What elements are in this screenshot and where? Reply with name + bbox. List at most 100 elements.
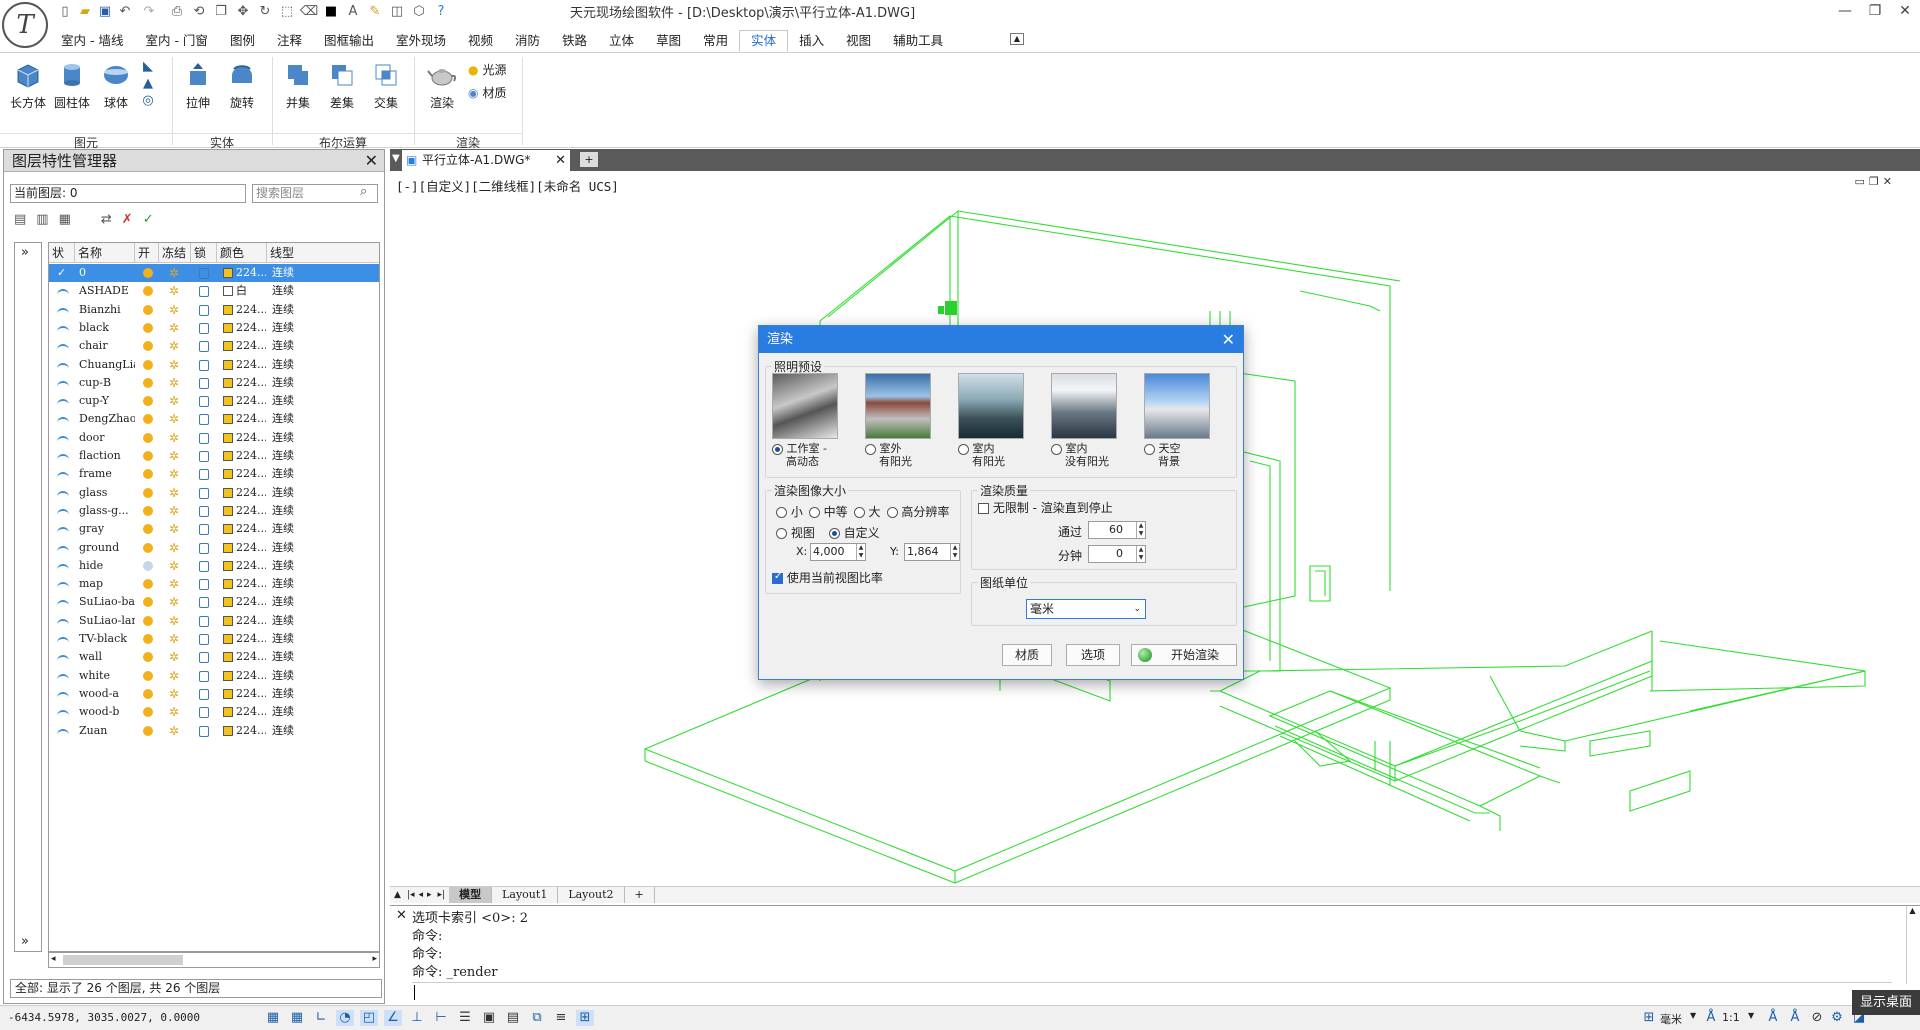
layer-on-bulb-icon[interactable]	[143, 487, 153, 498]
layer-row[interactable]: SuLiao-bai ✲ 224... 连续	[49, 593, 379, 611]
viewport-minimize-icon[interactable]: ▭	[1855, 175, 1869, 188]
app-logo-icon[interactable]: T	[2, 2, 48, 48]
layer-linetype[interactable]: 连续	[272, 282, 294, 300]
size-medium-option[interactable]: 中等	[808, 503, 848, 520]
light-button[interactable]: ● 光源	[468, 61, 507, 78]
layer-freeze-sun-icon[interactable]: ✲	[169, 487, 181, 499]
layer-lock-icon[interactable]	[199, 524, 209, 536]
menu-tab[interactable]: 图例	[219, 30, 266, 52]
layer-row[interactable]: ChuangLian ✲ 224... 连续	[49, 356, 379, 374]
layer-on-bulb-icon[interactable]	[143, 451, 153, 461]
dynamic-input-icon[interactable]: ⊢	[432, 1010, 450, 1026]
layer-on-bulb-icon[interactable]	[143, 688, 153, 699]
layer-on-bulb-icon[interactable]	[143, 615, 153, 626]
filter-tree[interactable]: » »	[14, 242, 42, 952]
menu-tab[interactable]: 常用	[692, 30, 739, 52]
layer-freeze-sun-icon[interactable]: ✲	[169, 432, 181, 444]
menu-tab[interactable]: 图框输出	[313, 30, 385, 52]
dialog-close-icon[interactable]: ✕	[1222, 326, 1235, 353]
layer-icon[interactable]: ◫	[388, 2, 406, 20]
unit-selector[interactable]: 毫米	[1660, 1011, 1682, 1027]
layer-freeze-sun-icon[interactable]: ✲	[169, 505, 181, 517]
preset-radio[interactable]	[865, 443, 876, 455]
layer-color-swatch[interactable]	[223, 634, 233, 644]
minimize-icon[interactable]: —	[1830, 0, 1860, 22]
height-input[interactable]: 1,864 ▲ ▼	[904, 543, 960, 561]
layer-row[interactable]: TV-black ✲ 224... 连续	[49, 630, 379, 648]
first-layout-icon[interactable]: |◂	[405, 890, 417, 900]
collapse-filter-icon[interactable]: »	[21, 934, 29, 949]
lighting-preset-option[interactable]: 工作室 - 高动态	[772, 373, 838, 468]
layer-lock-icon[interactable]	[199, 469, 209, 481]
menu-tab[interactable]: 视图	[835, 30, 882, 52]
menu-tab[interactable]: 室外现场	[385, 30, 457, 52]
last-layout-icon[interactable]: ▸|	[434, 890, 450, 900]
size-large-option[interactable]: 大	[853, 503, 881, 520]
layer-freeze-sun-icon[interactable]: ✲	[169, 560, 181, 572]
viewport-close-icon[interactable]: ✕	[1883, 175, 1896, 188]
layer-on-bulb-icon[interactable]	[143, 560, 153, 571]
menu-tab[interactable]: 室内 - 门窗	[134, 30, 218, 52]
layer-freeze-sun-icon[interactable]: ✲	[169, 340, 181, 352]
layer-on-bulb-icon[interactable]	[143, 597, 153, 608]
layer-linetype[interactable]: 连续	[272, 319, 294, 337]
layer-freeze-sun-icon[interactable]: ✲	[169, 395, 181, 407]
scroll-thumb[interactable]	[63, 955, 183, 965]
lighting-preset-option[interactable]: 天空 背景	[1144, 373, 1210, 468]
layer-freeze-sun-icon[interactable]: ✲	[169, 651, 181, 663]
width-input[interactable]: 4,000 ▲ ▼	[810, 543, 866, 561]
layer-lock-icon[interactable]	[199, 725, 209, 737]
layer-color-swatch[interactable]	[223, 396, 233, 407]
layer-color-swatch[interactable]	[223, 414, 233, 425]
layer-row[interactable]: glass-g... ✲ 224... 连续	[49, 502, 379, 520]
scale-selector[interactable]: 1:1	[1722, 1011, 1740, 1024]
search-icon[interactable]: ⌕	[360, 184, 367, 199]
layout-tab[interactable]: +	[625, 887, 655, 903]
layer-row[interactable]: Bianzhi ✲ 224... 连续	[49, 301, 379, 319]
layer-on-bulb-icon[interactable]	[143, 634, 153, 644]
torus-icon[interactable]: ◎	[142, 93, 153, 108]
layer-row[interactable]: ASHADE ✲ 白 连续	[49, 282, 379, 300]
layer-linetype[interactable]: 连续	[272, 539, 294, 557]
layer-color-swatch[interactable]	[223, 542, 233, 553]
lock-ui-icon[interactable]: ⊘	[1808, 1010, 1826, 1026]
layer-lock-icon[interactable]	[199, 652, 209, 664]
layer-color-swatch[interactable]	[223, 670, 233, 681]
copy-icon[interactable]: ❐	[212, 2, 230, 20]
layer-on-bulb-icon[interactable]	[143, 432, 153, 443]
lighting-preset-option[interactable]: 室内 没有阳光	[1051, 373, 1117, 468]
apply-icon[interactable]: ✓	[143, 212, 154, 227]
layer-color-swatch[interactable]	[223, 487, 233, 498]
layer-on-bulb-icon[interactable]	[143, 707, 153, 718]
viewport-label[interactable]: [-][自定义][二维线框][未命名 UCS]	[396, 176, 619, 195]
menu-tab[interactable]: 立体	[598, 30, 645, 52]
menu-tab[interactable]: 实体	[739, 30, 789, 52]
layer-color-swatch[interactable]	[223, 268, 233, 278]
layout-tab[interactable]: Layout1	[492, 887, 559, 903]
column-header[interactable]: 线型	[267, 243, 379, 263]
revolve-button[interactable]: 旋转	[220, 59, 264, 111]
new-file-icon[interactable]: ▯	[56, 2, 74, 20]
preset-radio[interactable]	[1144, 443, 1155, 455]
command-input[interactable]	[412, 982, 1892, 1002]
layer-linetype[interactable]: 连续	[272, 593, 294, 611]
menu-tab[interactable]: 注释	[266, 30, 313, 52]
layer-row[interactable]: black ✲ 224... 连续	[49, 319, 379, 337]
size-custom-option[interactable]: 自定义	[828, 524, 880, 541]
layer-on-bulb-icon[interactable]	[143, 322, 153, 333]
layer-lock-icon[interactable]	[199, 597, 209, 609]
note-icon[interactable]: ✎	[366, 2, 384, 20]
layer-linetype[interactable]: 连续	[272, 520, 294, 538]
lighting-preset-option[interactable]: 室外 有阳光	[865, 373, 931, 468]
scroll-left-icon[interactable]: ◂	[51, 954, 56, 964]
layer-color-swatch[interactable]	[223, 707, 233, 718]
annotation-visibility-icon[interactable]: Å	[1764, 1010, 1782, 1026]
spin-icon[interactable]: ▲ ▼	[1136, 546, 1145, 562]
layer-freeze-sun-icon[interactable]: ✲	[169, 450, 181, 462]
layer-color-swatch[interactable]	[223, 725, 233, 736]
column-header[interactable]: 颜色	[217, 243, 267, 263]
layer-linetype[interactable]: 连续	[272, 722, 294, 740]
wedge-icon[interactable]: ◣	[143, 59, 153, 74]
layer-on-bulb-icon[interactable]	[143, 524, 153, 535]
transparency-icon[interactable]: ▣	[480, 1010, 498, 1026]
